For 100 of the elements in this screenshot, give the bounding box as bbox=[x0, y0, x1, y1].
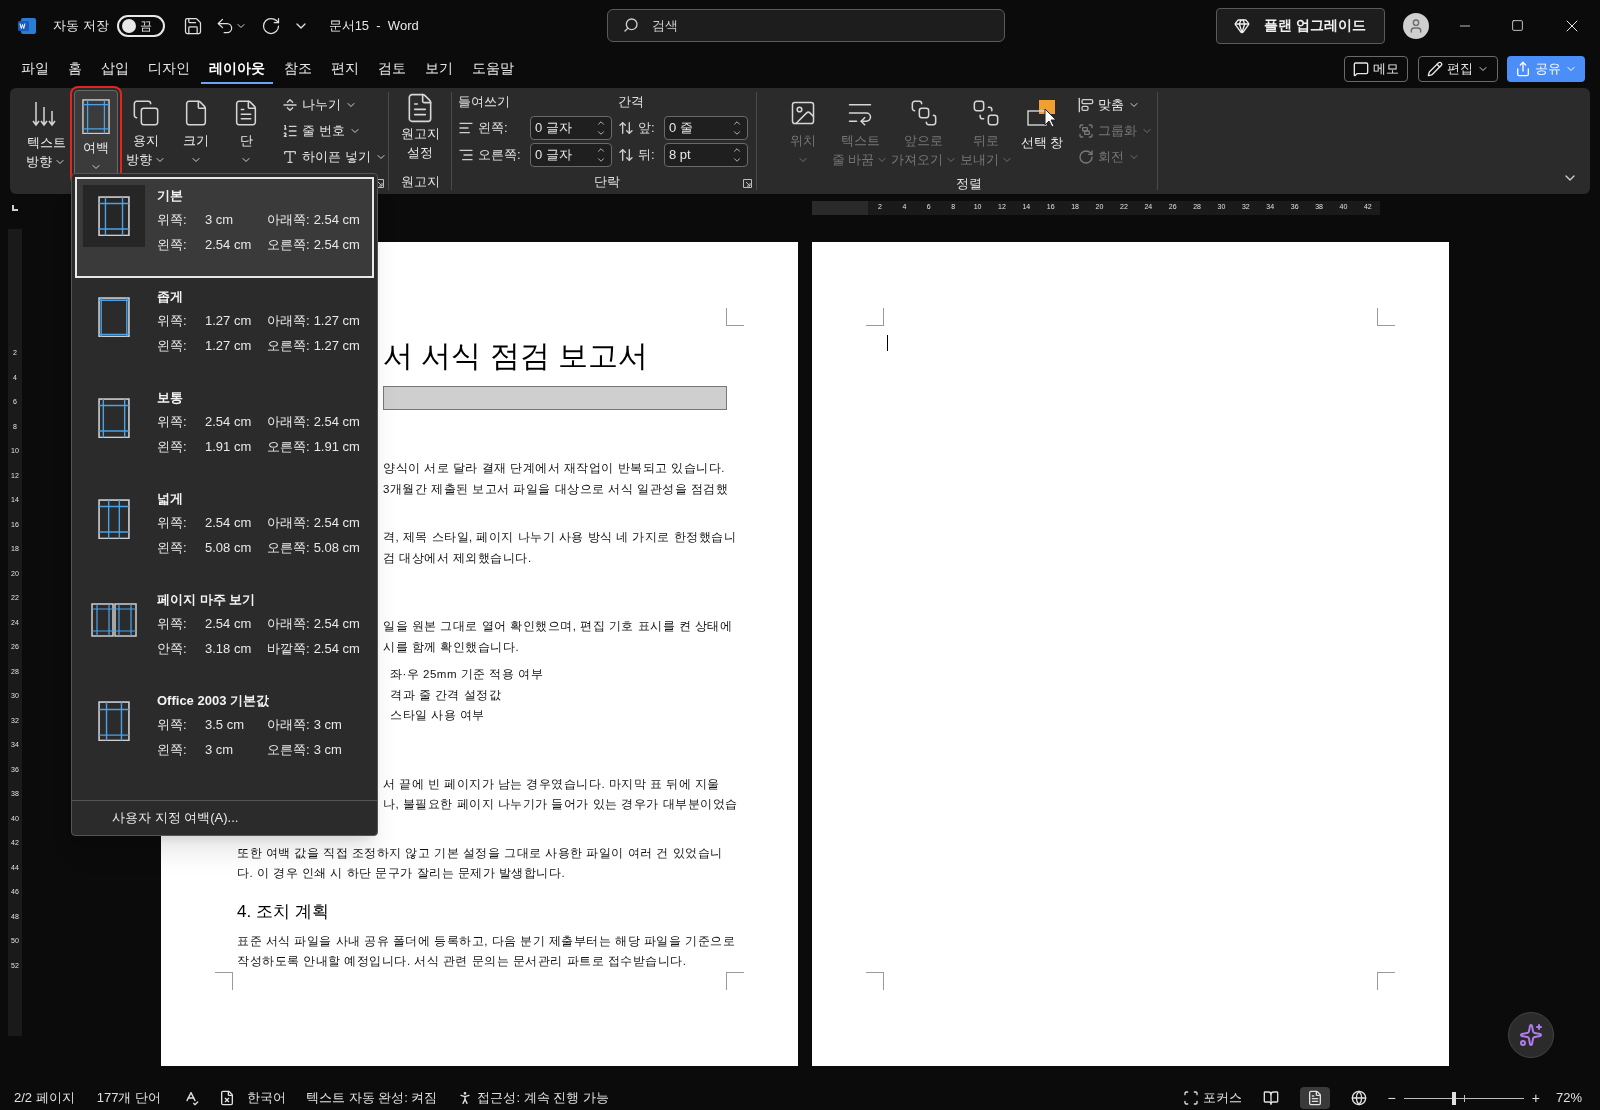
field-label: 오른쪽: bbox=[478, 145, 522, 164]
language-label[interactable]: 한국어 bbox=[247, 1088, 286, 1108]
margin-preset-item[interactable]: 좁게 위쪽: 1.27 cm 아래쪽: 1.27 cm 왼쪽: 1.27 cm 오른쪽: 1.27 cm bbox=[75, 278, 374, 379]
margin-value: 1.27 cm bbox=[205, 337, 253, 355]
spin-field[interactable]: 8 pt bbox=[664, 142, 748, 167]
margin-label: 왼쪽: bbox=[157, 539, 188, 557]
ribbon-tab[interactable]: 홈 bbox=[60, 54, 90, 84]
copilot-button[interactable] bbox=[1508, 1012, 1554, 1058]
accessibility-status[interactable]: 접근성: 계속 진행 가능 bbox=[457, 1088, 609, 1108]
margin-label: 아래쪽: bbox=[267, 514, 310, 532]
margin-label: 왼쪽: bbox=[157, 741, 188, 759]
body-text-line: 서 끝에 빈 페이지가 남는 경우였습니다. 마지막 표 뒤에 지울 bbox=[383, 776, 720, 792]
dialog-launcher-icon[interactable] bbox=[743, 179, 752, 188]
view-button[interactable] bbox=[1299, 1087, 1330, 1109]
margin-layout-icon bbox=[98, 296, 130, 338]
ribbon-tab[interactable]: 참조 bbox=[276, 54, 320, 84]
margin-label: 아래쪽: bbox=[267, 413, 310, 431]
word-logo-icon bbox=[17, 15, 37, 36]
ribbon-button[interactable]: 나누기 bbox=[278, 92, 391, 118]
margin-value: 5.08 cm bbox=[205, 539, 253, 557]
margin-value: 2.54 cm bbox=[205, 514, 253, 532]
ribbon-tab[interactable]: 보기 bbox=[417, 54, 461, 84]
ribbon-tab[interactable]: 파일 bbox=[13, 54, 57, 84]
ribbon-tab[interactable]: 검토 bbox=[370, 54, 414, 84]
body-text-line: 또한 여백 값을 직접 조정하지 않고 기본 설정을 그대로 사용한 파일이 여러 건 있었습니 bbox=[237, 845, 723, 861]
comments-button[interactable]: 메모 bbox=[1344, 56, 1408, 82]
margin-value: 2.54 cm bbox=[313, 211, 360, 229]
redo-icon[interactable] bbox=[260, 15, 281, 36]
ribbon-button[interactable]: 맞춤 bbox=[1074, 92, 1157, 118]
body-text-line: 검 대상에서 제외했습니다. bbox=[383, 550, 532, 566]
spacing-icon bbox=[618, 146, 634, 163]
upgrade-button[interactable]: 플랜 업그레이드 bbox=[1215, 7, 1385, 44]
text-predictions-status[interactable]: 텍스트 자동 완성: 켜짐 bbox=[306, 1088, 438, 1108]
margin-value: 3 cm bbox=[205, 211, 235, 229]
spin-field[interactable]: 0 줄 bbox=[664, 115, 748, 140]
margin-label: 위쪽: bbox=[157, 514, 188, 532]
section-heading: 4. 조치 계획 bbox=[237, 900, 329, 923]
list-item-text: 격과 줄 간격 설정값 bbox=[390, 687, 502, 703]
margin-value: 2.54 cm bbox=[205, 413, 253, 431]
word-count[interactable]: 177개 단어 bbox=[96, 1088, 161, 1108]
user-avatar[interactable] bbox=[1402, 12, 1429, 39]
margin-label: 오른쪽: bbox=[267, 438, 310, 456]
document-title: 서 서식 점검 보고서 bbox=[383, 338, 648, 374]
zoom-in-button[interactable]: + bbox=[1531, 1087, 1540, 1109]
ribbon-tab[interactable]: 디자인 bbox=[140, 54, 198, 84]
ribbon-button[interactable]: 텍스트 방향 bbox=[24, 90, 68, 176]
ribbon-tab[interactable]: 편지 bbox=[323, 54, 367, 84]
proofing-icon[interactable] bbox=[183, 1090, 199, 1106]
margin-value: 2.54 cm bbox=[313, 615, 360, 633]
spin-field[interactable]: 0 글자 bbox=[530, 142, 612, 167]
margin-value: 2.54 cm bbox=[313, 640, 360, 658]
tab-selector-icon[interactable] bbox=[12, 204, 18, 211]
page-count[interactable]: 2/2 페이지 bbox=[14, 1088, 75, 1108]
zoom-level[interactable]: 72% bbox=[1555, 1088, 1582, 1108]
group-label: 정렬 bbox=[956, 175, 982, 193]
margin-preset-item[interactable]: 페이지 마주 보기 위쪽: 2.54 cm 아래쪽: 2.54 cm 안쪽: 3.18 cm 바깥쪽: 2.54 cm bbox=[75, 581, 374, 682]
focus-button[interactable]: 포커스 bbox=[1182, 1088, 1242, 1108]
spin-field[interactable]: 0 글자 bbox=[530, 115, 612, 140]
margin-label: 아래쪽: bbox=[267, 312, 310, 330]
track-changes-icon[interactable] bbox=[219, 1090, 235, 1106]
search-field[interactable]: 검색 bbox=[606, 9, 1005, 42]
globe-icon bbox=[1350, 1090, 1367, 1106]
ribbon-button[interactable]: 용지 방향 bbox=[124, 90, 168, 174]
margin-preset-item[interactable]: Office 2003 기본값 위쪽: 3.5 cm 아래쪽: 3 cm 왼쪽: 3 cm 오른쪽: 3 cm bbox=[75, 682, 374, 783]
group-label: 단락 bbox=[594, 173, 620, 191]
group-label: 원고지 bbox=[400, 173, 440, 191]
body-text-line: 다. 이 경우 인쇄 시 하단 문구가 잘리는 문제가 발생합니다. bbox=[237, 866, 566, 881]
margin-label: 왼쪽: bbox=[157, 236, 188, 254]
ribbon-tab[interactable]: 도움말 bbox=[464, 54, 522, 84]
preset-name: 보통 bbox=[157, 389, 184, 407]
autosave-toggle[interactable]: 끔 bbox=[116, 14, 165, 37]
margin-preset-item[interactable]: 기본 위쪽: 3 cm 아래쪽: 2.54 cm 왼쪽: 2.54 cm 오른쪽: 2.54 cm bbox=[75, 177, 374, 278]
preset-name: Office 2003 기본값 bbox=[157, 692, 270, 710]
body-text-line: 표준 서식 파일을 사내 공유 폴더에 등록하고, 다음 분기 제출부터는 해당 파일을 기준으로 bbox=[237, 933, 736, 949]
search-icon bbox=[622, 17, 639, 33]
preset-name: 페이지 마주 보기 bbox=[157, 591, 257, 609]
custom-margins-item[interactable]: 사용자 지정 여백(A)... bbox=[72, 801, 377, 835]
ribbon-button[interactable]: 원고지 설정 bbox=[400, 92, 440, 162]
zoom-out-button[interactable]: − bbox=[1387, 1087, 1396, 1109]
ribbon-button[interactable]: 단 bbox=[224, 90, 268, 174]
margin-layout-icon bbox=[98, 195, 130, 237]
preset-name: 기본 bbox=[157, 187, 184, 205]
margin-layout-icon bbox=[98, 700, 130, 742]
margin-layout-icon bbox=[98, 397, 130, 439]
ribbon-button[interactable]: 선택 창 bbox=[1020, 90, 1064, 157]
ribbon-button[interactable]: 하이픈 넣기 bbox=[278, 144, 391, 170]
editing-button[interactable]: 편집 bbox=[1418, 56, 1498, 82]
zoom-slider-thumb[interactable] bbox=[1452, 1091, 1457, 1105]
ribbon-tab[interactable]: 삽입 bbox=[93, 54, 137, 84]
pages-icon bbox=[132, 99, 160, 127]
ribbon-button[interactable]: 줄 번호 bbox=[278, 118, 391, 144]
body-text-line: 양식이 서로 달라 결재 단계에서 재작업이 반복되고 있습니다. bbox=[383, 461, 726, 476]
ribbon-tab[interactable]: 레이아웃 bbox=[201, 54, 273, 84]
save-icon[interactable] bbox=[182, 15, 203, 36]
margin-preset-item[interactable]: 보통 위쪽: 2.54 cm 아래쪽: 2.54 cm 왼쪽: 1.91 cm 오른쪽: 1.91 cm bbox=[75, 379, 374, 480]
margin-label: 왼쪽: bbox=[157, 438, 188, 456]
share-icon bbox=[1515, 61, 1531, 77]
maximize-icon[interactable] bbox=[1510, 19, 1524, 32]
ribbon-button[interactable]: 크기 bbox=[174, 90, 218, 174]
margin-preset-item[interactable]: 넓게 위쪽: 2.54 cm 아래쪽: 2.54 cm 왼쪽: 5.08 cm 오른쪽: 5.08 cm bbox=[75, 480, 374, 581]
